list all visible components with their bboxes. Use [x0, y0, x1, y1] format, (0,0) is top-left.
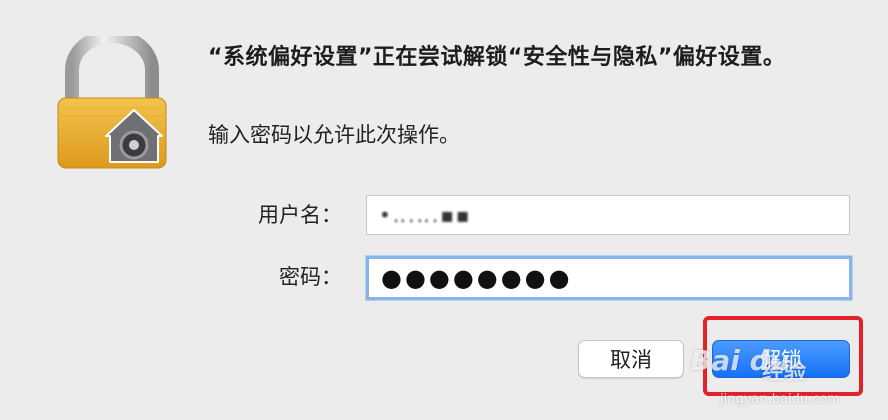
cancel-button[interactable]: 取消	[578, 340, 684, 378]
baidu-watermark: Bai du 经验 jingyan.baidu.com	[690, 344, 888, 420]
password-field[interactable]: ●●●●●●●●	[366, 256, 852, 300]
username-value: •‥.‥.▪▪	[379, 203, 472, 227]
username-field[interactable]: •‥.‥.▪▪	[366, 195, 850, 235]
padlock-icon	[57, 36, 167, 169]
username-label: 用户名：	[258, 203, 342, 227]
password-value: ●●●●●●●●	[381, 264, 573, 292]
watermark-url: jingyan.baidu.com	[720, 392, 840, 407]
watermark-text: 经验	[762, 360, 807, 385]
dialog-title: “系统偏好设置”正在尝试解锁“安全性与隐私”偏好设置。	[208, 45, 786, 70]
dialog-subtitle: 输入密码以允许此次操作。	[208, 123, 460, 147]
password-label: 密码：	[279, 265, 342, 289]
